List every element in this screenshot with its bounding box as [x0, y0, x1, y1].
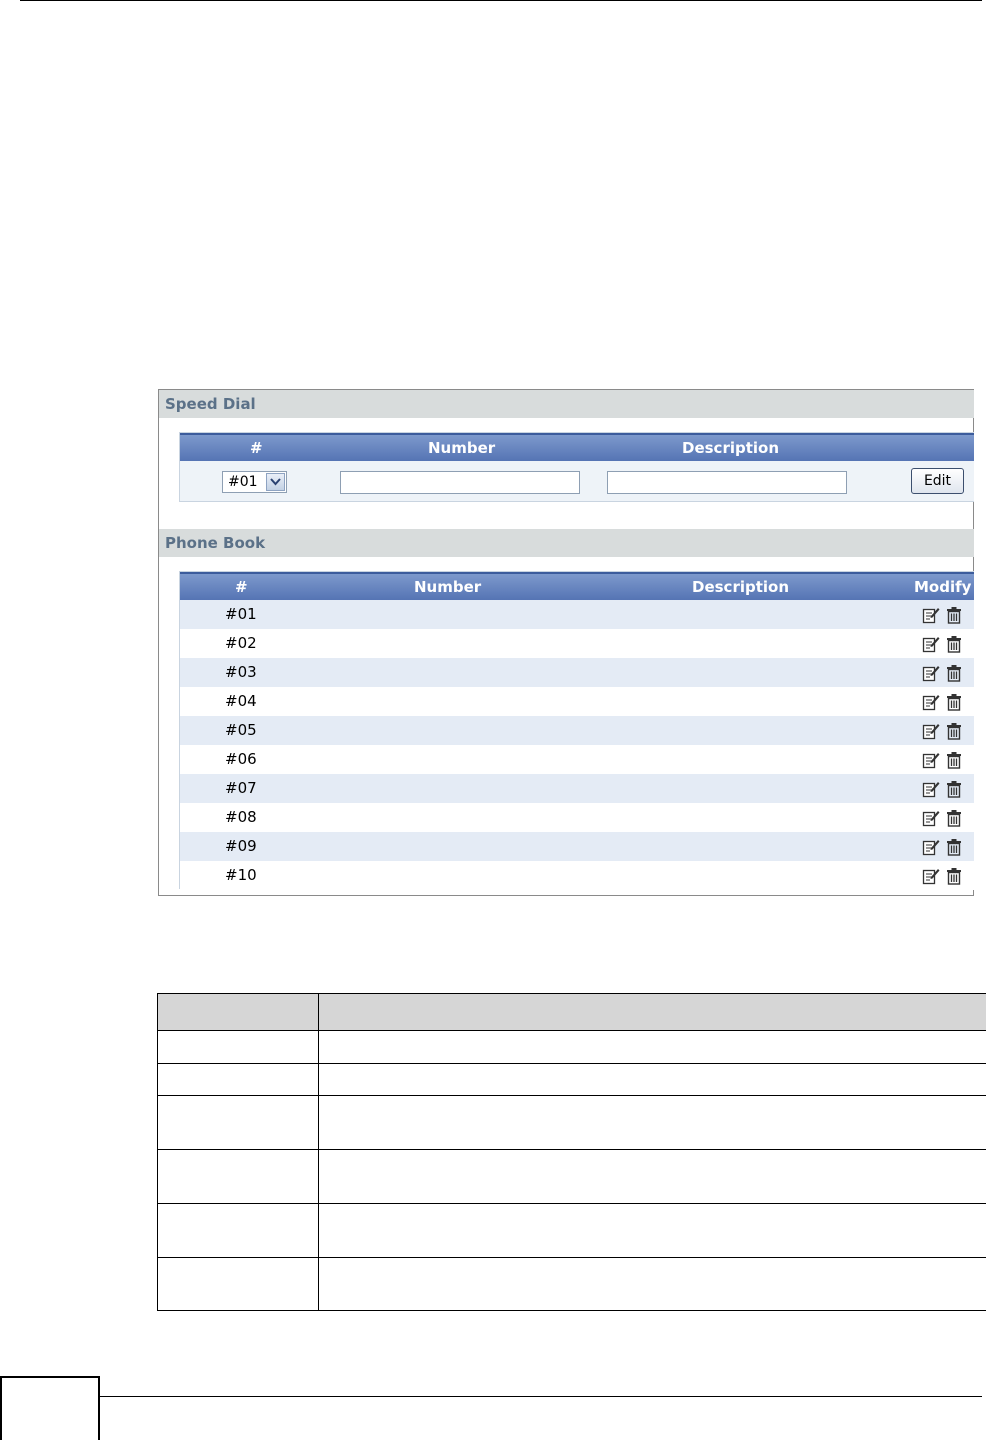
phone-book-header: # Number Description Modify — [180, 572, 974, 600]
table-row — [157, 1063, 986, 1096]
row-modify-icons — [922, 809, 962, 827]
trash-icon[interactable] — [946, 867, 962, 885]
table-cell — [157, 993, 319, 1031]
col-number: Number — [414, 578, 482, 596]
row-modify-icons — [922, 693, 962, 711]
row-modify-icons — [922, 838, 962, 856]
col-modify: Modify — [914, 578, 972, 596]
table-row — [157, 1030, 986, 1064]
table-cell — [318, 1257, 986, 1311]
table-cell — [318, 1203, 986, 1258]
trash-icon[interactable] — [946, 722, 962, 740]
table-header-row — [157, 993, 986, 1031]
trash-icon[interactable] — [946, 809, 962, 827]
field-description-table — [157, 993, 986, 1311]
edit-icon[interactable] — [922, 751, 940, 769]
table-row: #04 — [180, 687, 974, 716]
trash-icon[interactable] — [946, 751, 962, 769]
footer-rule — [100, 1396, 982, 1397]
row-modify-icons — [922, 722, 962, 740]
row-modify-icons — [922, 867, 962, 885]
table-row: #02 — [180, 629, 974, 658]
col-description: Description — [682, 439, 780, 457]
edit-icon[interactable] — [922, 809, 940, 827]
edit-icon[interactable] — [922, 722, 940, 740]
trash-icon[interactable] — [946, 606, 962, 624]
table-row — [157, 1095, 986, 1150]
select-value: #01 — [228, 474, 258, 490]
edit-icon[interactable] — [922, 693, 940, 711]
table-cell — [318, 1030, 986, 1064]
row-index: #01 — [225, 605, 257, 623]
trash-icon[interactable] — [946, 693, 962, 711]
table-row: #05 — [180, 716, 974, 745]
table-row: #01 — [180, 600, 974, 629]
col-index: # — [235, 578, 248, 596]
table-cell — [157, 1149, 319, 1204]
screenshot-panel: Speed Dial # Number Description #01 Edit… — [158, 389, 974, 896]
col-index: # — [250, 439, 263, 457]
table-row: #07 — [180, 774, 974, 803]
speed-dial-number-input[interactable] — [340, 471, 580, 494]
table-row — [157, 1257, 986, 1311]
speed-dial-description-input[interactable] — [607, 471, 847, 494]
table-row — [157, 1203, 986, 1258]
top-rule — [20, 0, 982, 1]
edit-icon[interactable] — [922, 664, 940, 682]
edit-icon[interactable] — [922, 606, 940, 624]
table-row — [157, 1149, 986, 1204]
table-row: #10 — [180, 861, 974, 890]
trash-icon[interactable] — [946, 664, 962, 682]
phone-book-title: Phone Book — [159, 529, 974, 557]
row-index: #04 — [225, 692, 257, 710]
row-index: #07 — [225, 779, 257, 797]
edit-button[interactable]: Edit — [911, 468, 964, 494]
table-cell — [157, 1063, 319, 1096]
row-index: #02 — [225, 634, 257, 652]
row-index: #03 — [225, 663, 257, 681]
col-description: Description — [692, 578, 790, 596]
edit-icon[interactable] — [922, 867, 940, 885]
table-cell — [157, 1095, 319, 1150]
row-modify-icons — [922, 606, 962, 624]
table-row: #08 — [180, 803, 974, 832]
table-cell — [318, 1149, 986, 1204]
edit-icon[interactable] — [922, 635, 940, 653]
row-index: #06 — [225, 750, 257, 768]
table-row: #06 — [180, 745, 974, 774]
table-row: #09 — [180, 832, 974, 861]
table-cell — [157, 1030, 319, 1064]
speed-dial-header: # Number Description — [180, 433, 974, 461]
speed-dial-title: Speed Dial — [159, 390, 974, 418]
edit-icon[interactable] — [922, 838, 940, 856]
table-cell — [157, 1203, 319, 1258]
row-modify-icons — [922, 751, 962, 769]
row-index: #10 — [225, 866, 257, 884]
page-number-box — [0, 1376, 100, 1440]
row-index: #05 — [225, 721, 257, 739]
row-modify-icons — [922, 780, 962, 798]
table-cell — [318, 993, 986, 1031]
phone-book-table: # Number Description Modify #01 #02 #03 #04… — [179, 571, 974, 890]
row-modify-icons — [922, 664, 962, 682]
table-cell — [318, 1063, 986, 1096]
table-cell — [157, 1257, 319, 1311]
row-index: #08 — [225, 808, 257, 826]
row-index: #09 — [225, 837, 257, 855]
trash-icon[interactable] — [946, 780, 962, 798]
speed-dial-entry-select[interactable]: #01 — [222, 471, 287, 493]
table-cell — [318, 1095, 986, 1150]
table-row: #03 — [180, 658, 974, 687]
col-number: Number — [428, 439, 496, 457]
edit-icon[interactable] — [922, 780, 940, 798]
trash-icon[interactable] — [946, 635, 962, 653]
row-modify-icons — [922, 635, 962, 653]
trash-icon[interactable] — [946, 838, 962, 856]
speed-dial-table: # Number Description #01 Edit — [179, 432, 974, 502]
chevron-down-icon[interactable] — [266, 473, 285, 491]
